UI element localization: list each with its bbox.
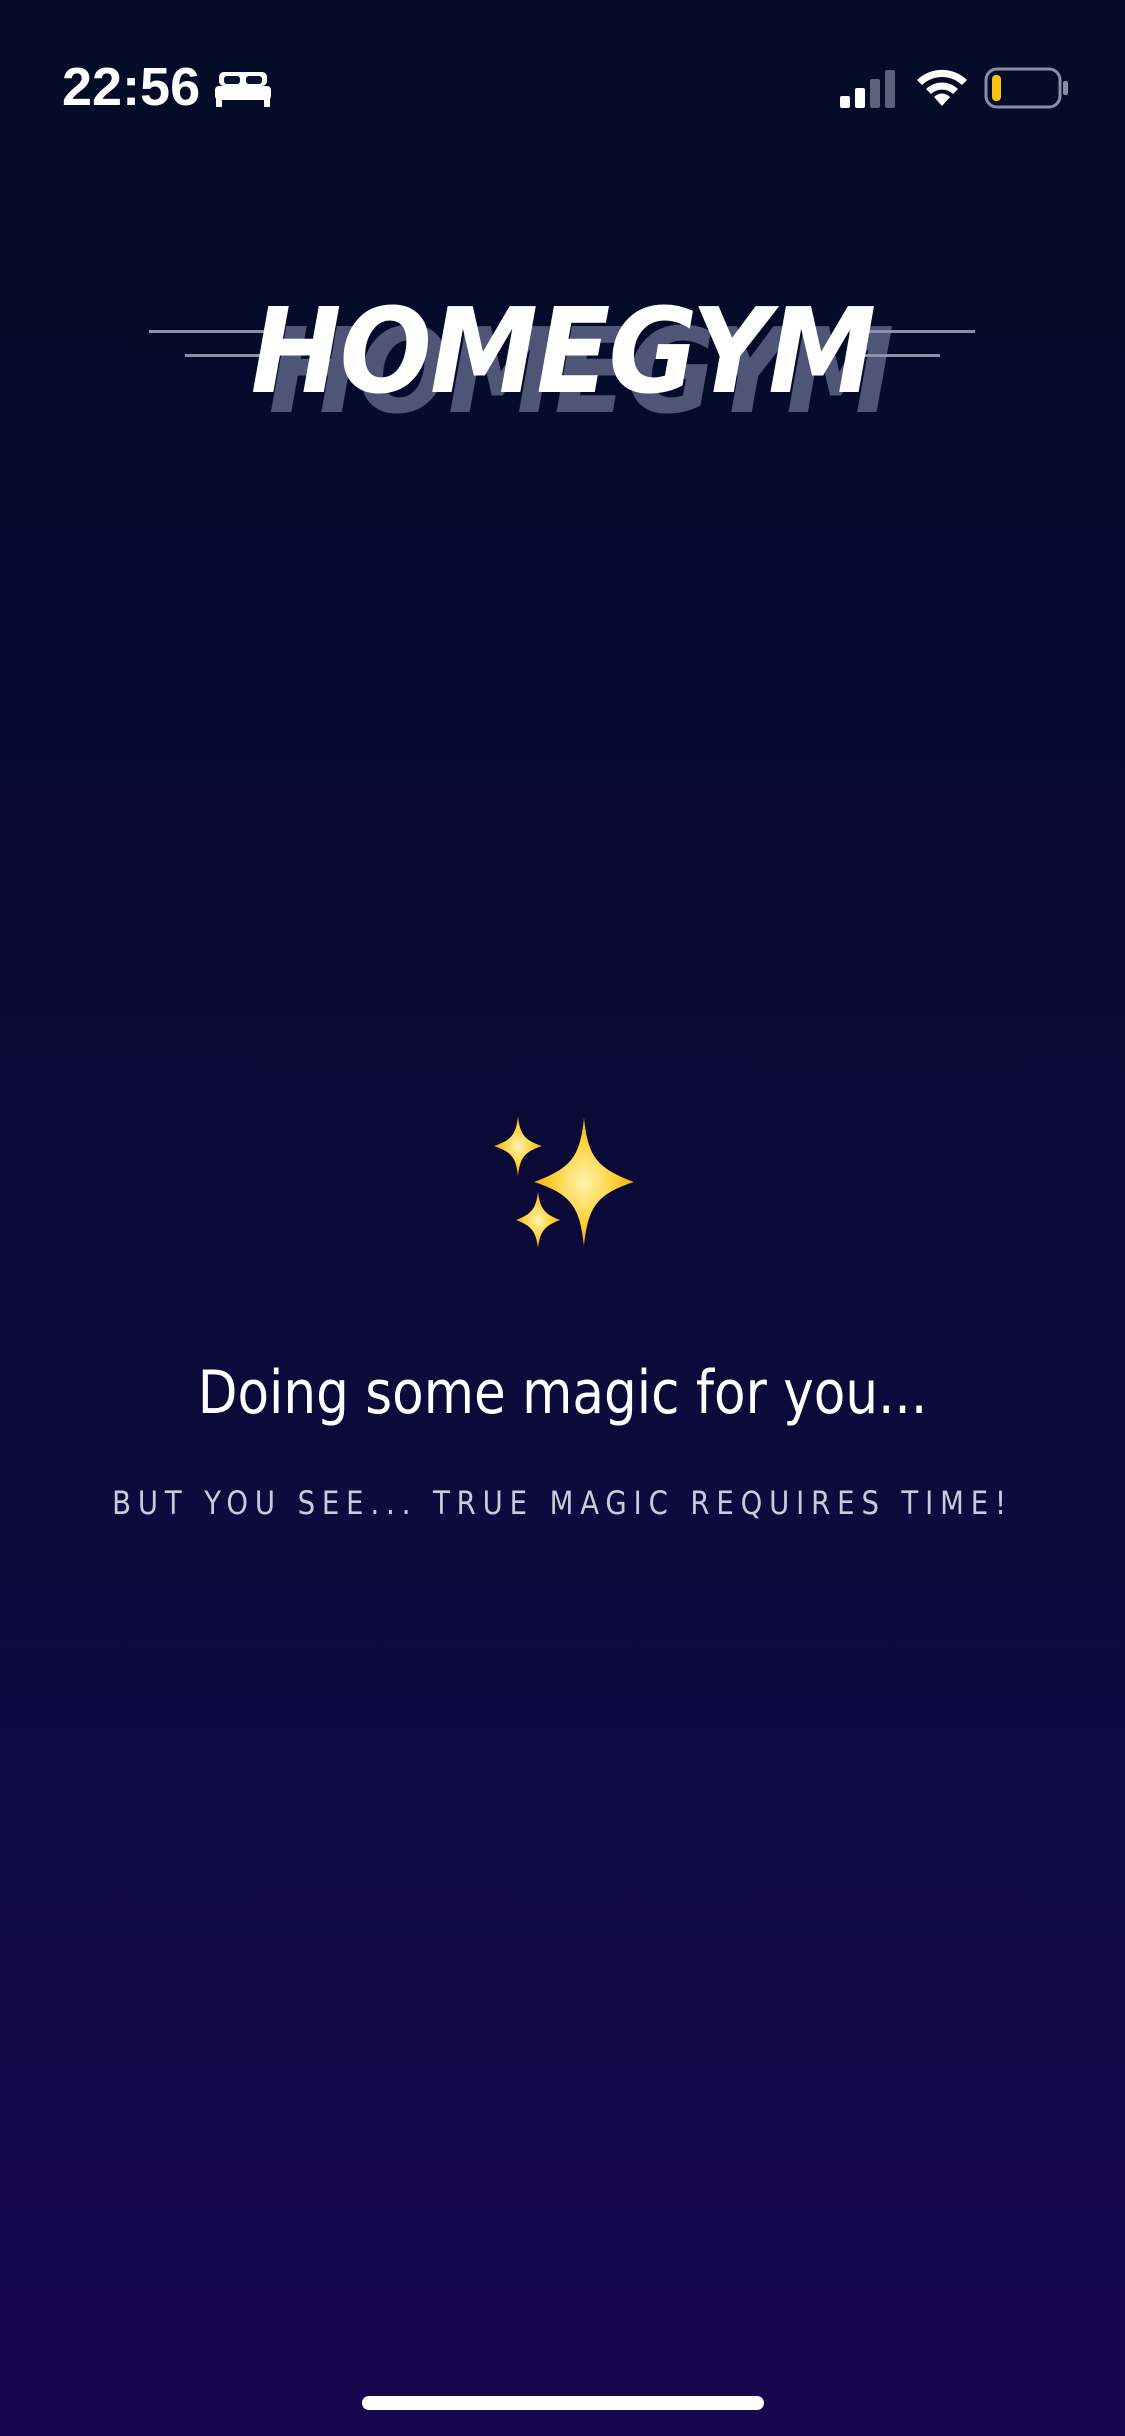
status-bar: 22:56 — [0, 0, 1125, 150]
loading-subtitle: BUT YOU SEE... TRUE MAGIC REQUIRES TIME! — [112, 1484, 1013, 1522]
battery-icon — [984, 67, 1068, 109]
home-indicator[interactable] — [362, 2396, 764, 2410]
status-time: 22:56 — [62, 57, 201, 117]
loading-title: Doing some magic for you... — [197, 1358, 928, 1428]
bed-icon — [215, 72, 271, 107]
wifi-icon — [917, 69, 967, 106]
logo-text: HOMEGYM — [250, 282, 877, 420]
cellular-signal-icon — [840, 70, 895, 108]
app-logo: HOMEGYM HOMEGYM — [0, 270, 1125, 440]
sparkles-icon — [494, 1116, 634, 1248]
